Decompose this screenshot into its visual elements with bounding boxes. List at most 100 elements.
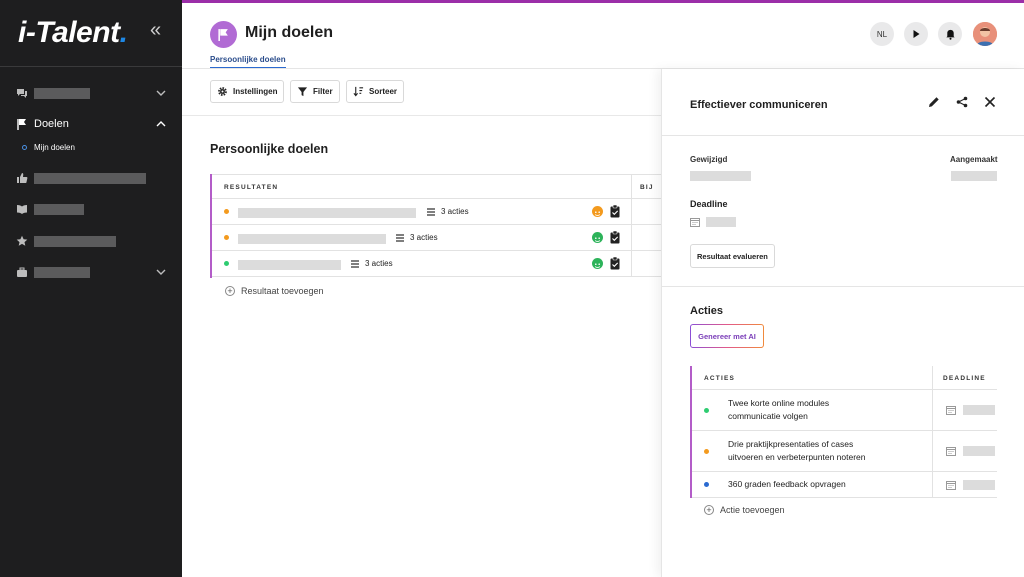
actions-title: Acties bbox=[690, 305, 724, 317]
play-button[interactable] bbox=[904, 22, 928, 46]
deadline-placeholder bbox=[963, 446, 995, 456]
action-text: Drie praktijkpresentaties of cases uitvo… bbox=[728, 438, 928, 464]
sidebar-subitem-mijn-doelen[interactable]: Mijn doelen bbox=[22, 143, 75, 152]
column-divider bbox=[631, 251, 632, 277]
calendar-icon[interactable] bbox=[690, 217, 700, 227]
add-action-button[interactable]: + Actie toevoegen bbox=[704, 505, 785, 515]
generate-ai-button[interactable]: Genereer met AI bbox=[690, 324, 764, 348]
avatar[interactable] bbox=[973, 22, 997, 46]
chevron-down-icon[interactable] bbox=[155, 266, 167, 278]
status-dot bbox=[704, 482, 709, 487]
pencil-icon[interactable] bbox=[928, 96, 940, 108]
filter-button[interactable]: Filter bbox=[290, 80, 340, 103]
evaluate-result-button[interactable]: Resultaat evalueren bbox=[690, 244, 775, 268]
evaluate-result-label: Resultaat evalueren bbox=[697, 251, 768, 261]
table-row[interactable]: 3 acties bbox=[212, 251, 661, 277]
clipboard-check-icon[interactable] bbox=[610, 205, 620, 218]
list-icon bbox=[396, 233, 404, 242]
action-text-line: Drie praktijkpresentaties of cases bbox=[728, 439, 854, 449]
language-button[interactable]: NL bbox=[870, 22, 894, 46]
panel-divider bbox=[662, 135, 1024, 136]
deadline-label: Deadline bbox=[690, 199, 728, 209]
sidebar-item-label-placeholder bbox=[34, 87, 90, 99]
actions-table: ACTIES DEADLINE Twee korte online module… bbox=[690, 366, 997, 498]
created-label: Aangemaakt bbox=[950, 155, 998, 164]
column-header-deadline[interactable]: DEADLINE bbox=[943, 375, 986, 382]
sort-label: Sorteer bbox=[369, 87, 398, 96]
table-row[interactable]: Drie praktijkpresentaties of cases uitvo… bbox=[692, 431, 997, 472]
table-header: ACTIES DEADLINE bbox=[692, 366, 997, 390]
sort-button[interactable]: Sorteer bbox=[346, 80, 405, 103]
sidebar-item-favorites[interactable] bbox=[0, 230, 182, 252]
smiley-icon[interactable] bbox=[592, 232, 603, 243]
sidebar-item-feedback[interactable] bbox=[0, 167, 182, 189]
sidebar-item-doelen[interactable]: Doelen bbox=[0, 113, 182, 135]
gear-icon bbox=[218, 87, 227, 96]
share-icon[interactable] bbox=[956, 96, 968, 108]
page-title: Mijn doelen bbox=[245, 24, 333, 41]
actions-count[interactable]: 3 acties bbox=[351, 259, 393, 268]
result-title-placeholder bbox=[238, 208, 416, 218]
notifications-button[interactable] bbox=[938, 22, 962, 46]
sidebar-subitem-label: Mijn doelen bbox=[34, 143, 75, 152]
plus-circle-icon: + bbox=[225, 286, 235, 296]
collapse-sidebar-icon[interactable]: « bbox=[150, 20, 161, 40]
table-row[interactable]: Twee korte online modules communicatie v… bbox=[692, 390, 997, 431]
generate-ai-label: Genereer met AI bbox=[691, 325, 763, 347]
action-text-line: communicatie volgen bbox=[728, 411, 808, 421]
column-header-bij[interactable]: BIJ bbox=[640, 184, 654, 191]
action-text-line: Twee korte online modules bbox=[728, 398, 830, 408]
column-divider bbox=[932, 390, 933, 430]
sidebar-item-label-placeholder bbox=[34, 203, 84, 215]
status-dot bbox=[224, 235, 229, 240]
status-dot bbox=[704, 408, 709, 413]
column-header-results[interactable]: RESULTATEN bbox=[224, 184, 278, 191]
actions-count[interactable]: 3 acties bbox=[427, 207, 469, 216]
deadline-date-placeholder bbox=[706, 217, 736, 227]
deadline-placeholder bbox=[963, 480, 995, 490]
star-icon bbox=[16, 235, 28, 246]
filter-label: Filter bbox=[313, 87, 333, 96]
column-divider bbox=[932, 431, 933, 471]
bell-icon bbox=[945, 29, 955, 40]
calendar-icon[interactable] bbox=[946, 446, 956, 456]
sidebar-item-label: Doelen bbox=[34, 118, 69, 130]
flag-icon bbox=[17, 119, 26, 130]
chevron-down-icon[interactable] bbox=[155, 87, 167, 99]
add-result-button[interactable]: + Resultaat toevoegen bbox=[225, 286, 324, 296]
column-divider bbox=[631, 175, 632, 200]
chevron-up-icon[interactable] bbox=[155, 118, 167, 130]
column-divider bbox=[631, 225, 632, 251]
chat-icon bbox=[17, 89, 27, 98]
clipboard-check-icon[interactable] bbox=[610, 257, 620, 270]
tab-persoonlijke-doelen[interactable]: Persoonlijke doelen bbox=[210, 55, 286, 69]
sidebar-item-conversations[interactable] bbox=[0, 82, 182, 104]
action-text-line: 360 graden feedback opvragen bbox=[728, 479, 846, 489]
list-icon bbox=[351, 259, 359, 268]
table-row[interactable]: 3 acties bbox=[212, 199, 661, 225]
sidebar-item-label-placeholder bbox=[34, 266, 90, 278]
clipboard-check-icon[interactable] bbox=[610, 231, 620, 244]
column-divider bbox=[932, 366, 933, 390]
settings-button[interactable]: Instellingen bbox=[210, 80, 285, 103]
calendar-icon[interactable] bbox=[946, 405, 956, 415]
sidebar-item-portfolio[interactable] bbox=[0, 261, 182, 283]
column-header-actions[interactable]: ACTIES bbox=[704, 375, 735, 382]
app-logo[interactable]: i-Talent. bbox=[18, 16, 128, 50]
calendar-icon[interactable] bbox=[946, 480, 956, 490]
action-text-line: uitvoeren en verbeterpunten noteren bbox=[728, 452, 866, 462]
sidebar-item-learning[interactable] bbox=[0, 198, 182, 220]
action-text: Twee korte online modules communicatie v… bbox=[728, 397, 928, 423]
table-row[interactable]: 360 graden feedback opvragen bbox=[692, 472, 997, 498]
actions-count-label: 3 acties bbox=[441, 207, 469, 216]
briefcase-icon bbox=[17, 267, 27, 277]
actions-count[interactable]: 3 acties bbox=[396, 233, 438, 242]
smiley-icon[interactable] bbox=[592, 206, 603, 217]
table-row[interactable]: 3 acties bbox=[212, 225, 661, 251]
actions-count-label: 3 acties bbox=[365, 259, 393, 268]
user-avatar-icon bbox=[973, 22, 997, 46]
actions-count-label: 3 acties bbox=[410, 233, 438, 242]
created-date-placeholder bbox=[951, 171, 997, 181]
close-icon[interactable] bbox=[984, 96, 996, 108]
smiley-icon[interactable] bbox=[592, 258, 603, 269]
